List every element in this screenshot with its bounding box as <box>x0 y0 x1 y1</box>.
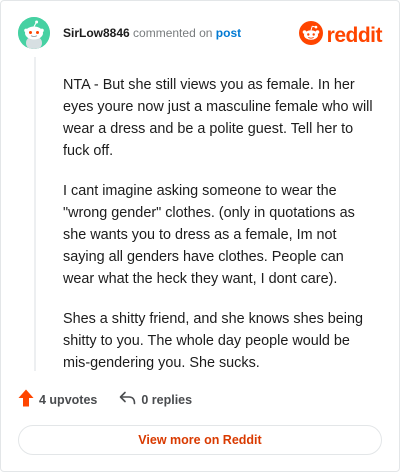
comment-paragraph: NTA - But she still views you as female.… <box>63 77 373 159</box>
view-more-button[interactable]: View more on Reddit <box>18 425 382 455</box>
reddit-wordmark: reddit <box>326 23 383 47</box>
username-link[interactable]: SirLow8846 <box>63 26 130 40</box>
snoo-avatar-icon[interactable] <box>18 17 50 49</box>
upvotes-count: 4 upvotes <box>39 392 98 407</box>
comment-body: NTA - But she still views you as female.… <box>63 74 373 392</box>
comment-actions: 4 upvotes 0 replies <box>18 389 192 410</box>
replies-count: 0 replies <box>141 392 193 407</box>
comment-header: SirLow8846 commented on post <box>63 26 241 40</box>
comment-paragraph: Shes a shitty friend, and she knows shes… <box>63 311 363 371</box>
reddit-logo[interactable]: reddit <box>298 21 383 50</box>
thread-line <box>34 57 36 371</box>
upvote-arrow-icon <box>18 389 34 410</box>
replies-button[interactable]: 0 replies <box>119 391 192 408</box>
reddit-alien-icon <box>298 21 323 50</box>
embedded-comment-card: SirLow8846 commented on post reddit NTA … <box>0 0 400 472</box>
comment-paragraph: I cant imagine asking someone to wear th… <box>63 183 355 287</box>
comment-action-text: commented on <box>133 26 213 40</box>
upvotes-button[interactable]: 4 upvotes <box>18 389 97 410</box>
post-link[interactable]: post <box>216 26 241 40</box>
reply-arrow-icon <box>119 391 136 408</box>
